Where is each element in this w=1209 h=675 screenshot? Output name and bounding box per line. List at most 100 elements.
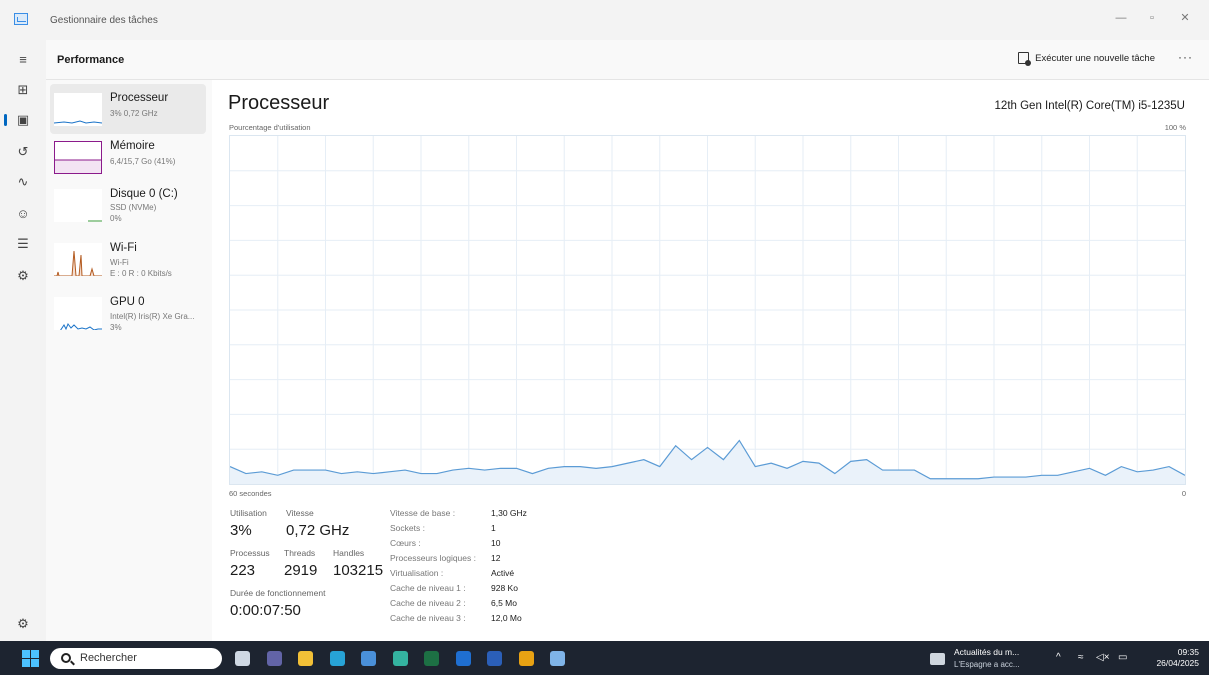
disque-thumbnail — [54, 189, 102, 222]
processes-icon[interactable]: ⊞ — [10, 78, 36, 102]
edge-dev-icon[interactable] — [392, 651, 408, 666]
teams-icon[interactable] — [266, 651, 282, 666]
processeur-thumbnail — [54, 93, 102, 126]
threads-label: Threads — [284, 548, 316, 558]
cpu-usage-chart — [229, 136, 1186, 484]
y-axis-label: Pourcentage d'utilisation — [229, 123, 311, 132]
utilisation-value: 3% — [230, 522, 252, 539]
x-axis-left-label: 60 secondes — [229, 489, 272, 498]
uptime-value: 0:00:07:50 — [230, 602, 301, 619]
info-label: Cache de niveau 2 : — [390, 598, 466, 608]
system-clock[interactable]: 09:35 26/04/2025 — [1156, 647, 1199, 669]
resource-item-disque[interactable]: Disque 0 (C:) SSD (NVMe) 0% — [50, 180, 206, 230]
info-label: Sockets : — [390, 523, 425, 533]
utilisation-label: Utilisation — [230, 508, 267, 518]
panel-title: Processeur — [228, 92, 330, 114]
word-icon[interactable] — [487, 651, 502, 666]
volume-icon[interactable]: ◁× — [1096, 652, 1110, 663]
resource-detail: Intel(R) Iris(R) Xe Gra... — [110, 312, 195, 321]
chevron-up-icon[interactable]: ^ — [1056, 652, 1061, 663]
info-value: 10 — [491, 538, 501, 548]
info-value: 6,5 Mo — [491, 598, 517, 608]
performance-icon[interactable]: ▣ — [4, 108, 36, 132]
restore-icon[interactable]: ▫ — [1140, 8, 1164, 28]
resource-name: Processeur — [110, 92, 169, 104]
performance-content: Processeur 3% 0,72 GHz Mémoire 6,4/15,7 … — [46, 80, 1209, 641]
clock-date: 26/04/2025 — [1156, 658, 1199, 668]
news-icon — [930, 653, 945, 665]
task-manager-app-icon — [14, 13, 28, 25]
battery-icon[interactable]: ▭ — [1118, 652, 1127, 663]
resource-list: Processeur 3% 0,72 GHz Mémoire 6,4/15,7 … — [46, 80, 212, 641]
news-subtitle: L'Espagne a acc... — [954, 660, 1020, 669]
outlook-icon[interactable] — [455, 651, 471, 666]
info-label: Cœurs : — [390, 538, 421, 548]
clock-time: 09:35 — [1177, 647, 1199, 657]
start-button-icon[interactable] — [22, 650, 39, 667]
resource-name: Mémoire — [110, 140, 155, 152]
resource-detail: 3% 0,72 GHz — [110, 109, 158, 118]
cpu-model-name: 12th Gen Intel(R) Core(TM) i5-1235U — [994, 100, 1185, 112]
resource-name: Wi-Fi — [110, 242, 137, 254]
users-icon[interactable]: ☺ — [10, 202, 36, 226]
run-task-icon — [1018, 52, 1032, 66]
info-value: 1,30 GHz — [491, 508, 527, 518]
handles-value: 103215 — [333, 562, 384, 579]
threads-value: 2919 — [284, 562, 318, 579]
info-value: 1 — [491, 523, 496, 533]
gpu-thumbnail — [54, 297, 102, 330]
more-options-button[interactable]: ··· — [1178, 50, 1193, 64]
x-axis-right-label: 0 — [1181, 489, 1186, 498]
edge-icon[interactable] — [329, 651, 345, 666]
nav-rail: ≡ ⊞ ▣ ↺ ∿ ☺ ☰ ⚙ ⚙ — [0, 40, 46, 641]
info-value: 12,0 Mo — [491, 613, 522, 623]
info-label: Cache de niveau 3 : — [390, 613, 466, 623]
run-new-task-label: Exécuter une nouvelle tâche — [1035, 52, 1155, 64]
title-bar: Gestionnaire des tâches — ▫ ✕ — [0, 0, 1209, 40]
resource-item-gpu[interactable]: GPU 0 Intel(R) Iris(R) Xe Gra... 3% — [50, 288, 206, 338]
processus-label: Processus — [230, 548, 270, 558]
handles-label: Handles — [333, 548, 365, 558]
resource-detail-2: 0% — [110, 214, 122, 223]
file-explorer-icon[interactable] — [298, 651, 313, 666]
details-icon[interactable]: ☰ — [10, 232, 36, 256]
services-icon[interactable]: ⚙ — [10, 264, 36, 288]
task-manager-window: Gestionnaire des tâches — ▫ ✕ ≡ ⊞ ▣ ↺ ∿ … — [0, 0, 1209, 641]
taskbar: Rechercher Actualités du m... L'Espagne … — [0, 641, 1209, 675]
page-header: Performance Exécuter une nouvelle tâche … — [46, 40, 1209, 80]
hamburger-menu-icon[interactable]: ≡ — [10, 48, 36, 72]
store-icon[interactable] — [361, 651, 376, 666]
minimize-icon[interactable]: — — [1109, 8, 1133, 28]
taskbar-search-box[interactable]: Rechercher — [50, 648, 222, 669]
chrome-icon[interactable] — [518, 651, 534, 666]
info-value: 928 Ko — [491, 583, 518, 593]
search-icon — [61, 653, 71, 663]
uptime-label: Durée de fonctionnement — [230, 588, 326, 598]
task-view-icon[interactable] — [235, 651, 250, 666]
excel-icon[interactable] — [424, 651, 439, 666]
resource-name: Disque 0 (C:) — [110, 188, 178, 200]
info-value: Activé — [491, 568, 515, 578]
close-icon[interactable]: ✕ — [1173, 8, 1197, 28]
info-value: 12 — [491, 553, 501, 563]
news-title: Actualités du m... — [954, 647, 1020, 657]
resource-item-memoire[interactable]: Mémoire 6,4/15,7 Go (41%) — [50, 132, 206, 182]
wifi-icon[interactable]: ≈ — [1078, 652, 1084, 663]
resource-detail-2: E : 0 R : 0 Kbits/s — [110, 269, 172, 278]
info-label: Vitesse de base : — [390, 508, 456, 518]
search-placeholder: Rechercher — [80, 652, 137, 664]
memoire-thumbnail — [54, 141, 102, 174]
resource-detail: Wi-Fi — [110, 258, 129, 267]
settings-icon[interactable]: ⚙ — [10, 612, 36, 636]
task-manager-icon[interactable] — [550, 651, 565, 666]
resource-item-processeur[interactable]: Processeur 3% 0,72 GHz — [50, 84, 206, 134]
processus-value: 223 — [230, 562, 256, 579]
wifi-thumbnail — [54, 243, 102, 276]
y-axis-max-label: 100 % — [1164, 123, 1186, 132]
app-history-icon[interactable]: ↺ — [10, 140, 36, 164]
info-label: Cache de niveau 1 : — [390, 583, 466, 593]
resource-item-wifi[interactable]: Wi-Fi Wi-Fi E : 0 R : 0 Kbits/s — [50, 234, 206, 284]
startup-apps-icon[interactable]: ∿ — [10, 170, 36, 194]
page-title: Performance — [57, 54, 125, 66]
run-new-task-button[interactable]: Exécuter une nouvelle tâche — [1018, 52, 1155, 66]
